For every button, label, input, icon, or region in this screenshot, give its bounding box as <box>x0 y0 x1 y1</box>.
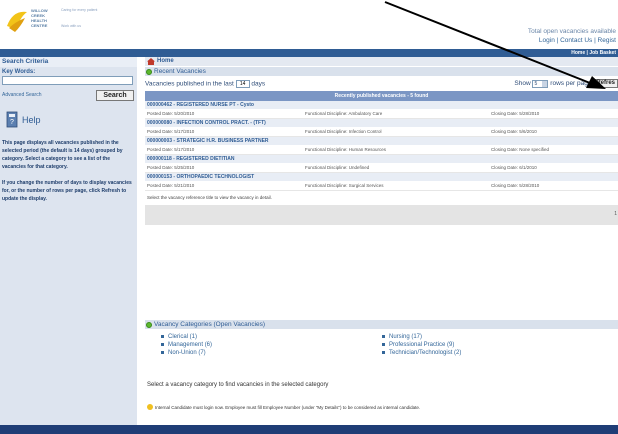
logo-name: WILLOW CREEK HEALTH CENTRE <box>31 8 48 28</box>
main-content: Home Recent Vacancies Vacancies publishe… <box>145 57 618 425</box>
refresh-button[interactable]: Refres <box>593 79 618 88</box>
table-row: 000000118 - REGISTERED DIETITIAN Posted D… <box>145 155 618 173</box>
table-row: 000000462 - REGISTERED NURSE PT - Cysto P… <box>145 101 618 119</box>
categories-bar: Vacancy Categories (Open Vacancies) <box>145 320 618 329</box>
site-header: WILLOW CREEK HEALTH CENTRE Caring for ev… <box>0 0 618 50</box>
search-sidebar: Search Criteria Key Words: Advanced Sear… <box>0 57 137 425</box>
table-row: 000000153 - ORTHOPAEDIC TECHNOLOGIST Post… <box>145 173 618 191</box>
green-dot-icon <box>146 68 152 75</box>
site-logo[interactable]: WILLOW CREEK HEALTH CENTRE Caring for ev… <box>5 6 100 38</box>
search-row: Advanced Search Search <box>0 88 137 102</box>
recent-vacancies-title: Recent Vacancies <box>154 68 206 75</box>
table-row: 000000080 - INFECTION CONTROL PRACT. - (… <box>145 119 618 137</box>
total-vacancies-text: Total open vacancies available <box>527 28 616 35</box>
header-links-text[interactable]: Login | Contact Us | Regist <box>539 37 616 44</box>
vacancy-title-link[interactable]: 000000462 - REGISTERED NURSE PT - Cysto <box>145 101 618 109</box>
advanced-search-link[interactable]: Advanced Search <box>2 92 41 98</box>
svg-text:?: ? <box>10 119 14 126</box>
closing-date: Closing Date: 5/28/2010 <box>491 183 540 188</box>
category-column-2: Nursing (17) Professional Practice (9) Tec… <box>381 333 461 357</box>
closing-date: Closing Date: 6/1/2010 <box>491 165 537 170</box>
functional-discipline: Functional Discipline: Ambulatory Care <box>305 111 383 116</box>
header-utility: Total open vacancies available Login | C… <box>528 28 616 44</box>
vacancy-meta: Posted Date: 5/20/2010 Functional Discipl… <box>145 109 618 118</box>
help-paragraph-1: This page displays all vacancies publish… <box>2 140 123 170</box>
rows-select[interactable]: 5 <box>532 79 549 88</box>
help-heading: ? Help <box>0 110 137 130</box>
published-prefix: Vacancies published in the last <box>145 80 234 88</box>
category-link[interactable]: Professional Practice (9) <box>381 341 461 349</box>
functional-discipline: Functional Discipline: Infection Control <box>305 129 382 134</box>
vacancy-title-link[interactable]: 000000118 - REGISTERED DIETITIAN <box>145 155 618 163</box>
rows-filter: Show 5 rows per page Refres <box>514 79 618 88</box>
vacancy-list: 000000462 - REGISTERED NURSE PT - Cysto P… <box>145 101 618 191</box>
functional-discipline: Functional Discipline: Undefined <box>305 165 370 170</box>
vacancy-meta: Posted Date: 5/17/2010 Functional Discipl… <box>145 145 618 154</box>
days-input[interactable]: 14 <box>235 80 250 88</box>
vacancy-title-link[interactable]: 000000080 - INFECTION CONTROL PRACT. - (… <box>145 119 618 127</box>
vacancy-meta: Posted Date: 5/21/2010 Functional Discipl… <box>145 181 618 190</box>
vacancy-meta: Posted Date: 5/17/2010 Functional Discipl… <box>145 127 618 136</box>
logo-tagline: Caring for every patient <box>61 8 98 12</box>
search-criteria-title: Search Criteria <box>0 57 137 67</box>
help-content: This page displays all vacancies publish… <box>2 139 135 203</box>
home-label: Home <box>157 58 174 64</box>
help-paragraph-2: If you change the number of days to disp… <box>2 180 132 202</box>
recent-vacancies-bar: Recent Vacancies <box>145 67 618 76</box>
closing-date: Closing Date: 5/28/2010 <box>491 111 540 116</box>
vacancy-meta: Posted Date: 5/25/2010 Functional Discipl… <box>145 163 618 172</box>
info-bulb-icon <box>147 404 153 410</box>
navbar-links[interactable]: Home | Job Basket <box>571 49 616 57</box>
category-column-1: Clerical (1) Management (6) Non-Union (7) <box>160 333 212 357</box>
posted-date: Posted Date: 5/17/2010 <box>147 129 195 134</box>
category-link[interactable]: Nursing (17) <box>381 333 461 341</box>
table-header: Recently published vacancies - 5 found <box>145 91 618 101</box>
category-link[interactable]: Non-Union (7) <box>160 349 212 357</box>
categories-title: Vacancy Categories (Open Vacancies) <box>154 321 266 328</box>
logo-tagline-secondary: Work with us <box>61 24 81 28</box>
posted-date: Posted Date: 5/21/2010 <box>147 183 195 188</box>
footer-bar <box>0 425 618 434</box>
vacancy-title-link[interactable]: 000000003 - STRATEGIC H.R. BUSINESS PART… <box>145 137 618 145</box>
days-suffix: days <box>251 80 266 88</box>
home-icon <box>147 58 155 65</box>
vacancy-title-link[interactable]: 000000153 - ORTHOPAEDIC TECHNOLOGIST <box>145 173 618 181</box>
header-links[interactable]: Login | Contact Us | Regist <box>528 37 616 44</box>
table-row: 000000003 - STRATEGIC H.R. BUSINESS PART… <box>145 137 618 155</box>
category-list: Clerical (1) Management (6) Non-Union (7) … <box>145 333 618 373</box>
home-bar[interactable]: Home <box>145 57 618 66</box>
category-link[interactable]: Management (6) <box>160 341 212 349</box>
rows-select-value: 5 <box>534 80 538 87</box>
table-footer: Select the vacancy reference title to vi… <box>147 195 272 200</box>
category-link[interactable]: Clerical (1) <box>160 333 212 341</box>
keywords-input[interactable] <box>2 76 133 85</box>
days-filter: Vacancies published in the last 14 days <box>145 80 265 88</box>
posted-date: Posted Date: 5/17/2010 <box>147 147 195 152</box>
green-dot-icon <box>146 321 152 328</box>
rows-suffix: rows per page <box>550 80 592 88</box>
vacancies-table: Recently published vacancies - 5 found 0… <box>145 91 618 225</box>
help-title: Help <box>22 115 41 125</box>
logo-mark-icon <box>7 11 27 32</box>
functional-discipline: Functional Discipline: Human Resources <box>305 147 387 152</box>
page-number[interactable]: 1 <box>614 211 617 217</box>
posted-date: Posted Date: 5/20/2010 <box>147 111 195 116</box>
posted-date: Posted Date: 5/25/2010 <box>147 165 195 170</box>
closing-date: Closing Date: None specified <box>491 147 550 152</box>
functional-discipline: Functional Discipline: Surgical Services <box>305 183 384 188</box>
category-help-text: Select a vacancy category to find vacanc… <box>147 382 329 388</box>
category-link[interactable]: Technician/Technologist (2) <box>381 349 461 357</box>
search-button[interactable]: Search <box>96 90 134 101</box>
internal-candidate-notice: Internal Candidate must login now. Emplo… <box>147 404 421 410</box>
show-label: Show <box>514 80 531 88</box>
help-book-icon: ? <box>6 111 18 128</box>
keywords-label: Key Words: <box>2 69 36 75</box>
filter-row: Vacancies published in the last 14 days … <box>145 76 618 91</box>
chevron-down-icon <box>542 80 548 87</box>
notice-text: Internal Candidate must login now. Emplo… <box>155 405 421 410</box>
closing-date: Closing Date: 5/6/2010 <box>491 129 537 134</box>
pager-bar: 1 <box>145 205 618 225</box>
top-navbar: Home | Job Basket <box>0 49 618 57</box>
